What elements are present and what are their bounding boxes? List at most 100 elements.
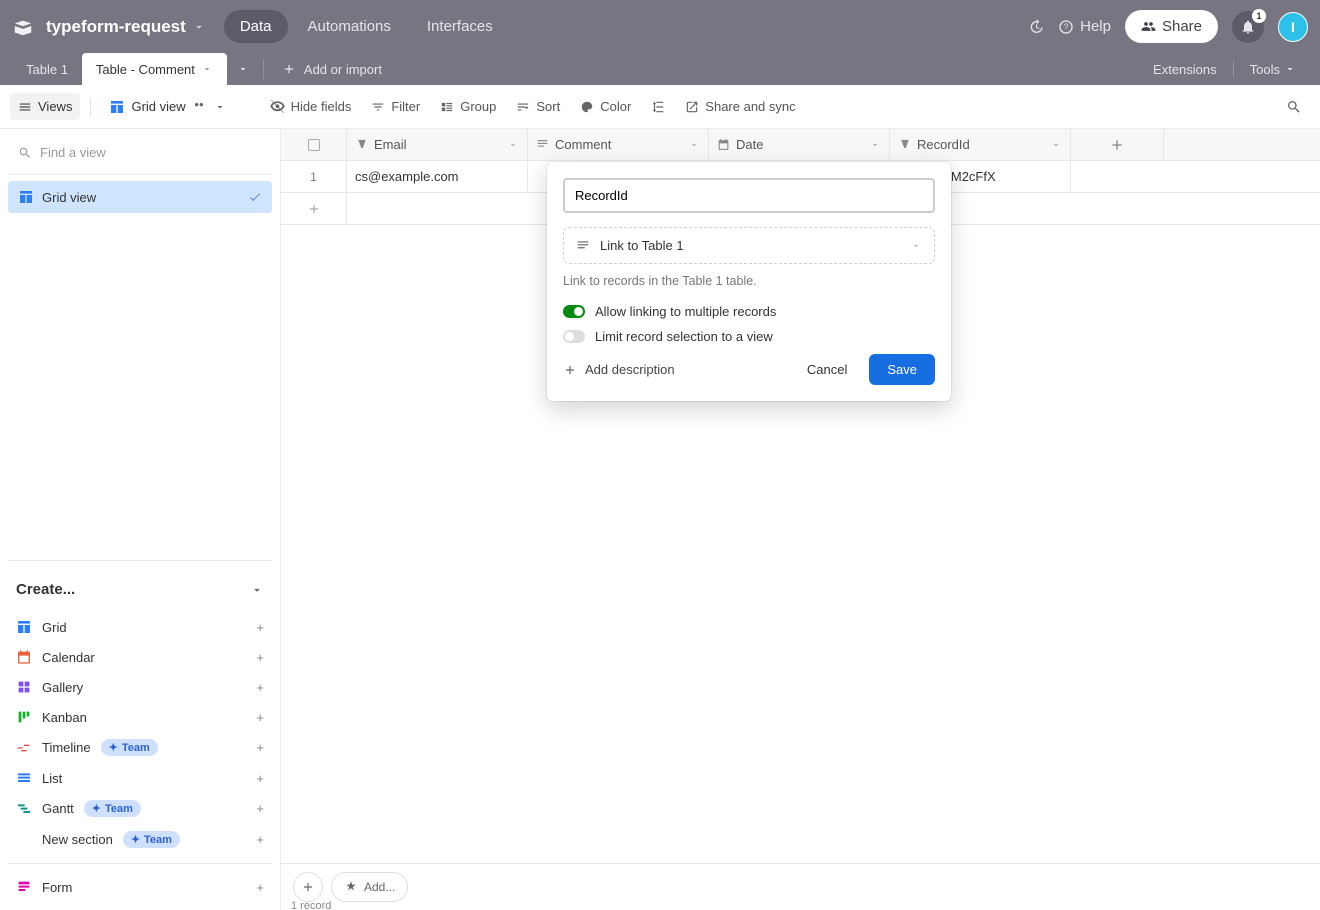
views-sidebar: Find a view Grid view Create... Grid+ Ca… bbox=[0, 129, 281, 910]
chevron-down-icon[interactable] bbox=[192, 20, 206, 34]
create-header[interactable]: Create... bbox=[8, 575, 272, 612]
table-footer: Add... 1 record bbox=[281, 863, 1320, 910]
share-button[interactable]: Share bbox=[1125, 10, 1218, 43]
filter-button[interactable]: Filter bbox=[363, 93, 428, 120]
top-bar: typeform-request Data Automations Interf… bbox=[0, 0, 1320, 53]
tools-button[interactable]: Tools bbox=[1236, 62, 1310, 77]
plus-icon: + bbox=[256, 620, 264, 635]
divider bbox=[1233, 61, 1234, 77]
views-button[interactable]: Views bbox=[10, 93, 80, 120]
cell-email[interactable]: cs@example.com bbox=[347, 161, 528, 192]
tabs-right: Extensions Tools bbox=[1139, 53, 1320, 85]
add-column-button[interactable] bbox=[1071, 129, 1164, 160]
table-tabs-bar: Table 1 Table - Comment Add or import Ex… bbox=[0, 53, 1320, 85]
team-badge: ✦ Team bbox=[84, 800, 141, 817]
share-sync-button[interactable]: Share and sync bbox=[677, 93, 803, 120]
plus-icon: + bbox=[256, 740, 264, 755]
help-button[interactable]: ? Help bbox=[1058, 18, 1111, 35]
tab-more-button[interactable] bbox=[227, 53, 259, 85]
share-label: Share bbox=[1162, 18, 1202, 35]
create-section-row[interactable]: New section✦ Team+ bbox=[8, 824, 272, 855]
table-tab-1[interactable]: Table 1 bbox=[12, 53, 82, 85]
field-config-popover: Link to Table 1 Link to records in the T… bbox=[547, 162, 951, 401]
find-view-placeholder: Find a view bbox=[40, 145, 106, 160]
plus-icon: + bbox=[256, 880, 264, 895]
add-menu-button[interactable]: Add... bbox=[331, 872, 408, 902]
view-item-label: Grid view bbox=[42, 190, 96, 205]
toggle-on-icon[interactable] bbox=[563, 305, 585, 318]
chevron-down-icon bbox=[910, 240, 922, 252]
find-view-input[interactable]: Find a view bbox=[8, 137, 272, 168]
extensions-button[interactable]: Extensions bbox=[1139, 62, 1231, 77]
plus-icon: + bbox=[256, 832, 264, 847]
select-all-checkbox[interactable] bbox=[281, 129, 347, 160]
check-icon bbox=[248, 190, 262, 204]
plus-icon: + bbox=[256, 650, 264, 665]
nav-tab-interfaces[interactable]: Interfaces bbox=[411, 10, 509, 43]
col-header-recordid[interactable]: RecordId bbox=[890, 129, 1071, 160]
column-headers: Email Comment Date RecordId bbox=[281, 129, 1320, 161]
help-label: Help bbox=[1080, 18, 1111, 35]
create-section: Create... Grid+ Calendar+ Gallery+ Kanba… bbox=[8, 560, 272, 902]
col-header-date[interactable]: Date bbox=[709, 129, 890, 160]
record-count: 1 record bbox=[291, 900, 331, 910]
chevron-down-icon[interactable] bbox=[201, 63, 213, 75]
table-area: Email Comment Date RecordId bbox=[281, 129, 1320, 910]
search-button[interactable] bbox=[1278, 93, 1310, 121]
notifications-button[interactable]: 1 bbox=[1232, 11, 1264, 43]
chevron-down-icon[interactable] bbox=[688, 139, 700, 151]
create-calendar[interactable]: Calendar+ bbox=[8, 642, 272, 672]
nav-tab-automations[interactable]: Automations bbox=[292, 10, 407, 43]
main: Find a view Grid view Create... Grid+ Ca… bbox=[0, 129, 1320, 910]
create-grid[interactable]: Grid+ bbox=[8, 612, 272, 642]
team-badge: ✦ Team bbox=[101, 739, 158, 756]
chevron-down-icon[interactable] bbox=[869, 139, 881, 151]
cancel-button[interactable]: Cancel bbox=[793, 354, 861, 385]
toggle-off-icon[interactable] bbox=[563, 330, 585, 343]
plus-icon: + bbox=[256, 710, 264, 725]
toggle-allow-multiple[interactable]: Allow linking to multiple records bbox=[563, 304, 935, 319]
sort-button[interactable]: Sort bbox=[508, 93, 568, 120]
divider bbox=[90, 98, 91, 116]
row-height-button[interactable] bbox=[643, 94, 673, 120]
grid-view-selector[interactable]: Grid view bbox=[101, 93, 233, 121]
plus-icon: + bbox=[256, 680, 264, 695]
history-icon[interactable] bbox=[1028, 19, 1044, 35]
color-button[interactable]: Color bbox=[572, 93, 639, 120]
plus-icon: + bbox=[256, 801, 264, 816]
create-form[interactable]: Form+ bbox=[8, 872, 272, 902]
toggle-limit-view[interactable]: Limit record selection to a view bbox=[563, 329, 935, 344]
team-badge: ✦ Team bbox=[123, 831, 180, 848]
col-header-email[interactable]: Email bbox=[347, 129, 528, 160]
create-gantt[interactable]: Gantt✦ Team+ bbox=[8, 793, 272, 824]
add-or-import-button[interactable]: Add or import bbox=[268, 53, 396, 85]
field-name-input[interactable] bbox=[563, 178, 935, 213]
create-kanban[interactable]: Kanban+ bbox=[8, 702, 272, 732]
create-timeline[interactable]: Timeline✦ Team+ bbox=[8, 732, 272, 763]
airtable-logo-icon[interactable] bbox=[12, 16, 34, 38]
save-button[interactable]: Save bbox=[869, 354, 935, 385]
view-item-gridview[interactable]: Grid view bbox=[8, 181, 272, 213]
chevron-down-icon[interactable] bbox=[507, 139, 519, 151]
create-gallery[interactable]: Gallery+ bbox=[8, 672, 272, 702]
view-toolbar: Views Grid view Hide fields Filter Group… bbox=[0, 85, 1320, 129]
field-type-selector[interactable]: Link to Table 1 bbox=[563, 227, 935, 264]
chevron-down-icon[interactable] bbox=[1050, 139, 1062, 151]
add-description-button[interactable]: Add description bbox=[563, 362, 675, 377]
topbar-right: ? Help Share 1 I bbox=[1028, 10, 1308, 43]
add-record-button[interactable] bbox=[293, 872, 323, 902]
col-header-comment[interactable]: Comment bbox=[528, 129, 709, 160]
table-tab-comment[interactable]: Table - Comment bbox=[82, 53, 227, 85]
hide-fields-button[interactable]: Hide fields bbox=[262, 93, 360, 120]
avatar[interactable]: I bbox=[1278, 12, 1308, 42]
base-name[interactable]: typeform-request bbox=[46, 17, 186, 37]
divider bbox=[263, 59, 264, 79]
field-type-description: Link to records in the Table 1 table. bbox=[563, 274, 935, 288]
nav-tab-data[interactable]: Data bbox=[224, 10, 288, 43]
create-list[interactable]: List+ bbox=[8, 763, 272, 793]
row-number[interactable]: 1 bbox=[281, 161, 347, 192]
notification-badge: 1 bbox=[1252, 9, 1266, 23]
group-button[interactable]: Group bbox=[432, 93, 504, 120]
plus-icon: + bbox=[256, 771, 264, 786]
nav-tabs: Data Automations Interfaces bbox=[224, 10, 509, 43]
